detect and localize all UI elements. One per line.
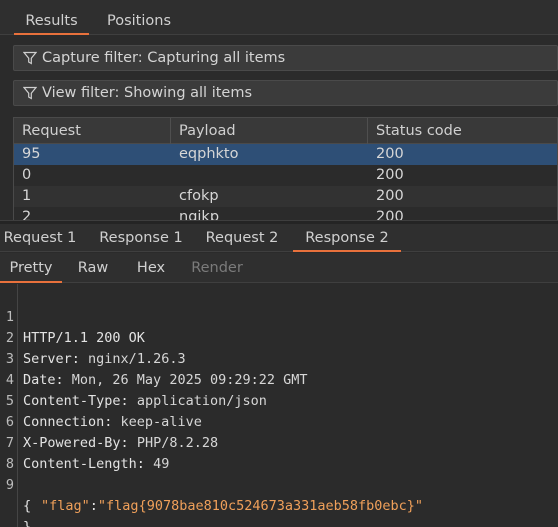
tab-positions[interactable]: Positions — [94, 0, 184, 35]
json-brace-close: } — [23, 519, 32, 527]
tab-request-1[interactable]: Request 1 — [0, 224, 80, 252]
tab-response-2[interactable]: Response 2 — [293, 224, 401, 252]
table-row[interactable]: 0 200 — [14, 165, 557, 186]
code-line: 3 Date: Mon, 26 May 2025 09:29:22 GMT — [0, 328, 558, 388]
cell-payload: ngjkp — [179, 209, 220, 220]
cell-request: 95 — [22, 146, 41, 162]
message-tab-bar: Request 1 Response 1 Request 2 Response … — [0, 224, 558, 252]
capture-filter-label: Capture filter: Capturing all items — [42, 50, 286, 66]
table-row[interactable]: 2 ngjkp 200 — [14, 207, 557, 220]
tab-response-1[interactable]: Response 1 — [96, 224, 186, 252]
view-filter-bar[interactable]: View filter: Showing all items — [13, 80, 558, 106]
code-line: 2 Server: nginx/1.26.3 — [0, 307, 558, 367]
cell-request: 1 — [22, 188, 32, 204]
cell-request: 0 — [22, 167, 32, 183]
tab-pretty[interactable]: Pretty — [0, 253, 62, 283]
code-line: 8 — [0, 433, 558, 472]
cell-status: 200 — [376, 209, 404, 220]
filter-icon — [23, 86, 37, 100]
results-table: Request Payload Status code 95 eqphkto 2… — [13, 117, 558, 220]
table-row[interactable]: 1 cfokp 200 — [14, 186, 557, 207]
filter-icon — [23, 51, 37, 65]
code-line: } — [0, 496, 558, 527]
code-line: 5 Connection: keep-alive — [0, 370, 558, 430]
code-line: 9 { — [0, 454, 558, 514]
code-line: 7 Content-Length: 49 — [0, 412, 558, 472]
top-tab-bar: Results Positions — [0, 0, 558, 35]
view-tab-bar: Pretty Raw Hex Render — [0, 253, 558, 283]
cell-status: 200 — [376, 188, 404, 204]
tab-raw[interactable]: Raw — [72, 253, 114, 283]
view-filter-label: View filter: Showing all items — [42, 85, 253, 101]
cell-payload — [171, 165, 179, 186]
column-header-status-code[interactable]: Status code — [368, 118, 557, 144]
tab-results[interactable]: Results — [14, 0, 89, 35]
tab-hex[interactable]: Hex — [130, 253, 172, 283]
capture-filter-bar[interactable]: Capture filter: Capturing all items — [13, 45, 558, 71]
code-line: 4 Content-Type: application/json — [0, 349, 558, 409]
column-header-payload[interactable]: Payload — [171, 118, 368, 144]
cell-status: 200 — [376, 167, 404, 183]
table-row[interactable]: 95 eqphkto 200 — [14, 144, 557, 165]
cell-status: 200 — [376, 146, 404, 162]
code-line: "flag":"flag{9078bae810c524673a331aeb58f… — [41, 498, 424, 514]
response-editor[interactable]: 1 HTTP/1.1 200 OK 2 Server: nginx/1.26.3… — [0, 284, 558, 527]
cell-payload: eqphkto — [179, 146, 239, 162]
tab-request-2[interactable]: Request 2 — [200, 224, 284, 252]
tab-render: Render — [191, 260, 243, 276]
cell-payload: cfokp — [179, 188, 219, 204]
table-header: Request Payload Status code — [14, 118, 557, 144]
column-header-request[interactable]: Request — [14, 118, 171, 144]
cell-request: 2 — [22, 209, 32, 220]
code-line: 1 HTTP/1.1 200 OK — [0, 286, 558, 346]
code-line: 6 X-Powered-By: PHP/8.2.28 — [0, 391, 558, 451]
